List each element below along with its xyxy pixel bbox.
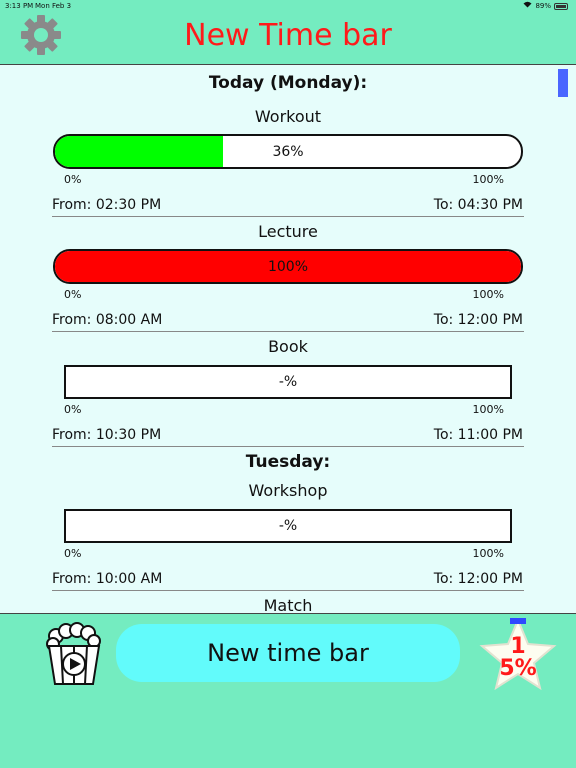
progress-bar: -% <box>64 509 512 543</box>
badge-digit: 1 <box>510 634 526 659</box>
status-time: 3:13 PM <box>5 2 34 10</box>
progress-percent: -% <box>278 374 298 390</box>
status-right: 89% <box>523 0 568 12</box>
to-time: To: 12:00 PM <box>433 312 523 328</box>
from-time: From: 02:30 PM <box>52 197 162 213</box>
progress-bar: -% <box>64 365 512 399</box>
progress-bar: 100% <box>53 249 523 284</box>
header: New Time bar <box>0 12 576 64</box>
scale-max: 100% <box>472 288 504 301</box>
scale-max: 100% <box>472 547 504 560</box>
progress-percent: -% <box>278 518 298 534</box>
to-time: To: 12:00 PM <box>433 571 523 587</box>
scale-min: 0% <box>64 403 82 416</box>
divider <box>52 590 524 591</box>
scale-min: 0% <box>64 547 82 560</box>
to-time: To: 04:30 PM <box>433 197 523 213</box>
day-header-monday: Today (Monday): <box>208 73 368 93</box>
item-name: Lecture <box>258 222 318 241</box>
progress-percent: 100% <box>267 258 309 275</box>
badge-percent: 5% <box>499 656 537 681</box>
progress-bar: 36% <box>53 134 523 169</box>
item-name: Workshop <box>248 481 328 500</box>
divider <box>52 446 524 447</box>
item-name: Match <box>263 596 313 614</box>
new-time-bar-button[interactable]: New time bar <box>116 624 460 682</box>
badge-text: 1 5% <box>476 636 560 680</box>
scale-max: 100% <box>472 403 504 416</box>
progress-percent: 36% <box>272 143 304 160</box>
day-header-tuesday: Tuesday: <box>245 452 331 472</box>
battery-percent: 89% <box>535 2 551 10</box>
timebar-list[interactable]: Today (Monday): Workout 36% 0% 100% From… <box>0 64 576 614</box>
status-date: Mon Feb 3 <box>35 2 72 10</box>
item-name: Workout <box>254 107 322 126</box>
to-time: To: 11:00 PM <box>433 427 523 443</box>
wifi-icon <box>523 0 532 12</box>
scale-min: 0% <box>64 173 82 186</box>
from-time: From: 10:30 PM <box>52 427 162 443</box>
divider <box>52 331 524 332</box>
status-bar: 3:13 PM Mon Feb 3 89% <box>0 0 576 12</box>
popcorn-play-icon[interactable] <box>44 622 104 686</box>
from-time: From: 08:00 AM <box>52 312 163 328</box>
scale-max: 100% <box>472 173 504 186</box>
page-title: New Time bar <box>184 18 392 53</box>
divider <box>52 216 524 217</box>
scale-min: 0% <box>64 288 82 301</box>
battery-icon <box>554 2 568 10</box>
item-name: Book <box>268 337 308 356</box>
from-time: From: 10:00 AM <box>52 571 163 587</box>
